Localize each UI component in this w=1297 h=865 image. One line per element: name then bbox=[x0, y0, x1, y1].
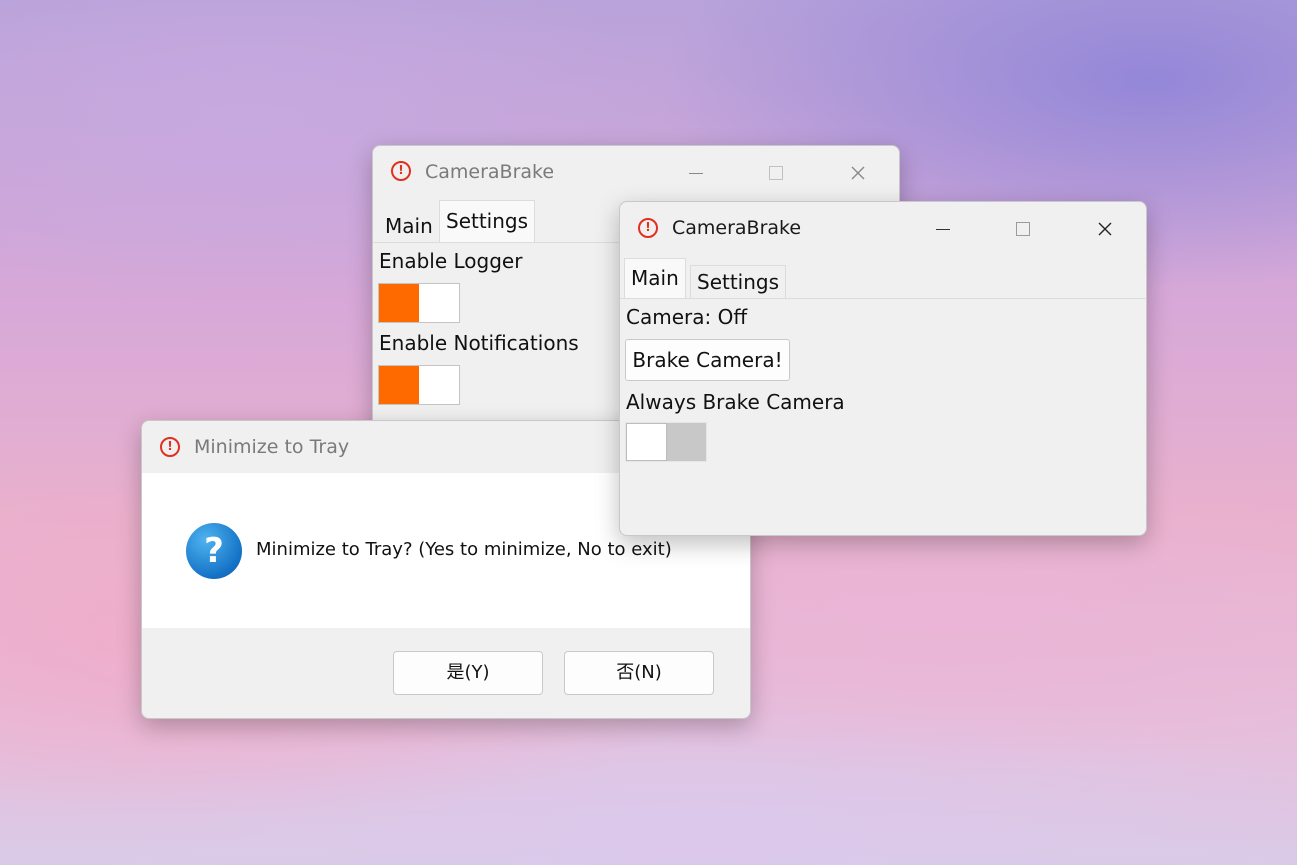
yes-button[interactable]: 是(Y) bbox=[393, 651, 543, 695]
brake-camera-button[interactable]: Brake Camera! bbox=[625, 339, 790, 381]
toggle-off-segment bbox=[667, 423, 706, 461]
camera-status: Camera: Off bbox=[626, 305, 748, 329]
main-window: ! CameraBrake Main Settings Camera: Off … bbox=[619, 201, 1147, 536]
brake-warning-icon: ! bbox=[638, 218, 658, 238]
enable-logger-label: Enable Logger bbox=[379, 249, 523, 273]
dialog-message: Minimize to Tray? (Yes to minimize, No t… bbox=[256, 539, 672, 560]
enable-notifications-toggle[interactable] bbox=[378, 365, 460, 405]
tab-settings[interactable]: Settings bbox=[690, 265, 787, 298]
toggle-on-segment bbox=[379, 284, 419, 322]
settings-window-titlebar[interactable]: ! CameraBrake bbox=[373, 146, 899, 198]
minimize-icon[interactable] bbox=[673, 158, 719, 188]
tab-settings[interactable]: Settings bbox=[439, 200, 536, 242]
toggle-off-segment bbox=[419, 284, 459, 322]
tab-main[interactable]: Main bbox=[379, 210, 439, 242]
no-button[interactable]: 否(N) bbox=[564, 651, 714, 695]
brake-warning-icon: ! bbox=[391, 161, 411, 181]
tab-main[interactable]: Main bbox=[624, 258, 686, 298]
close-icon[interactable] bbox=[835, 158, 881, 188]
window-title: CameraBrake bbox=[425, 161, 555, 183]
close-icon[interactable] bbox=[1082, 214, 1128, 244]
toggle-on-segment bbox=[379, 366, 419, 404]
toggle-off-segment bbox=[419, 366, 459, 404]
maximize-icon[interactable] bbox=[1000, 214, 1046, 244]
always-brake-toggle[interactable] bbox=[625, 422, 707, 462]
window-title: CameraBrake bbox=[672, 217, 802, 239]
always-brake-label: Always Brake Camera bbox=[626, 390, 845, 414]
maximize-icon[interactable] bbox=[753, 158, 799, 188]
dialog-title: Minimize to Tray bbox=[194, 436, 350, 458]
main-window-titlebar[interactable]: ! CameraBrake bbox=[620, 202, 1146, 254]
brake-warning-icon: ! bbox=[160, 437, 180, 457]
minimize-icon[interactable] bbox=[920, 214, 966, 244]
enable-logger-toggle[interactable] bbox=[378, 283, 460, 323]
enable-notifications-label: Enable Notifications bbox=[379, 331, 579, 355]
tab-divider bbox=[620, 298, 1146, 299]
toggle-knob-segment bbox=[626, 423, 667, 461]
question-icon: ? bbox=[186, 523, 242, 579]
